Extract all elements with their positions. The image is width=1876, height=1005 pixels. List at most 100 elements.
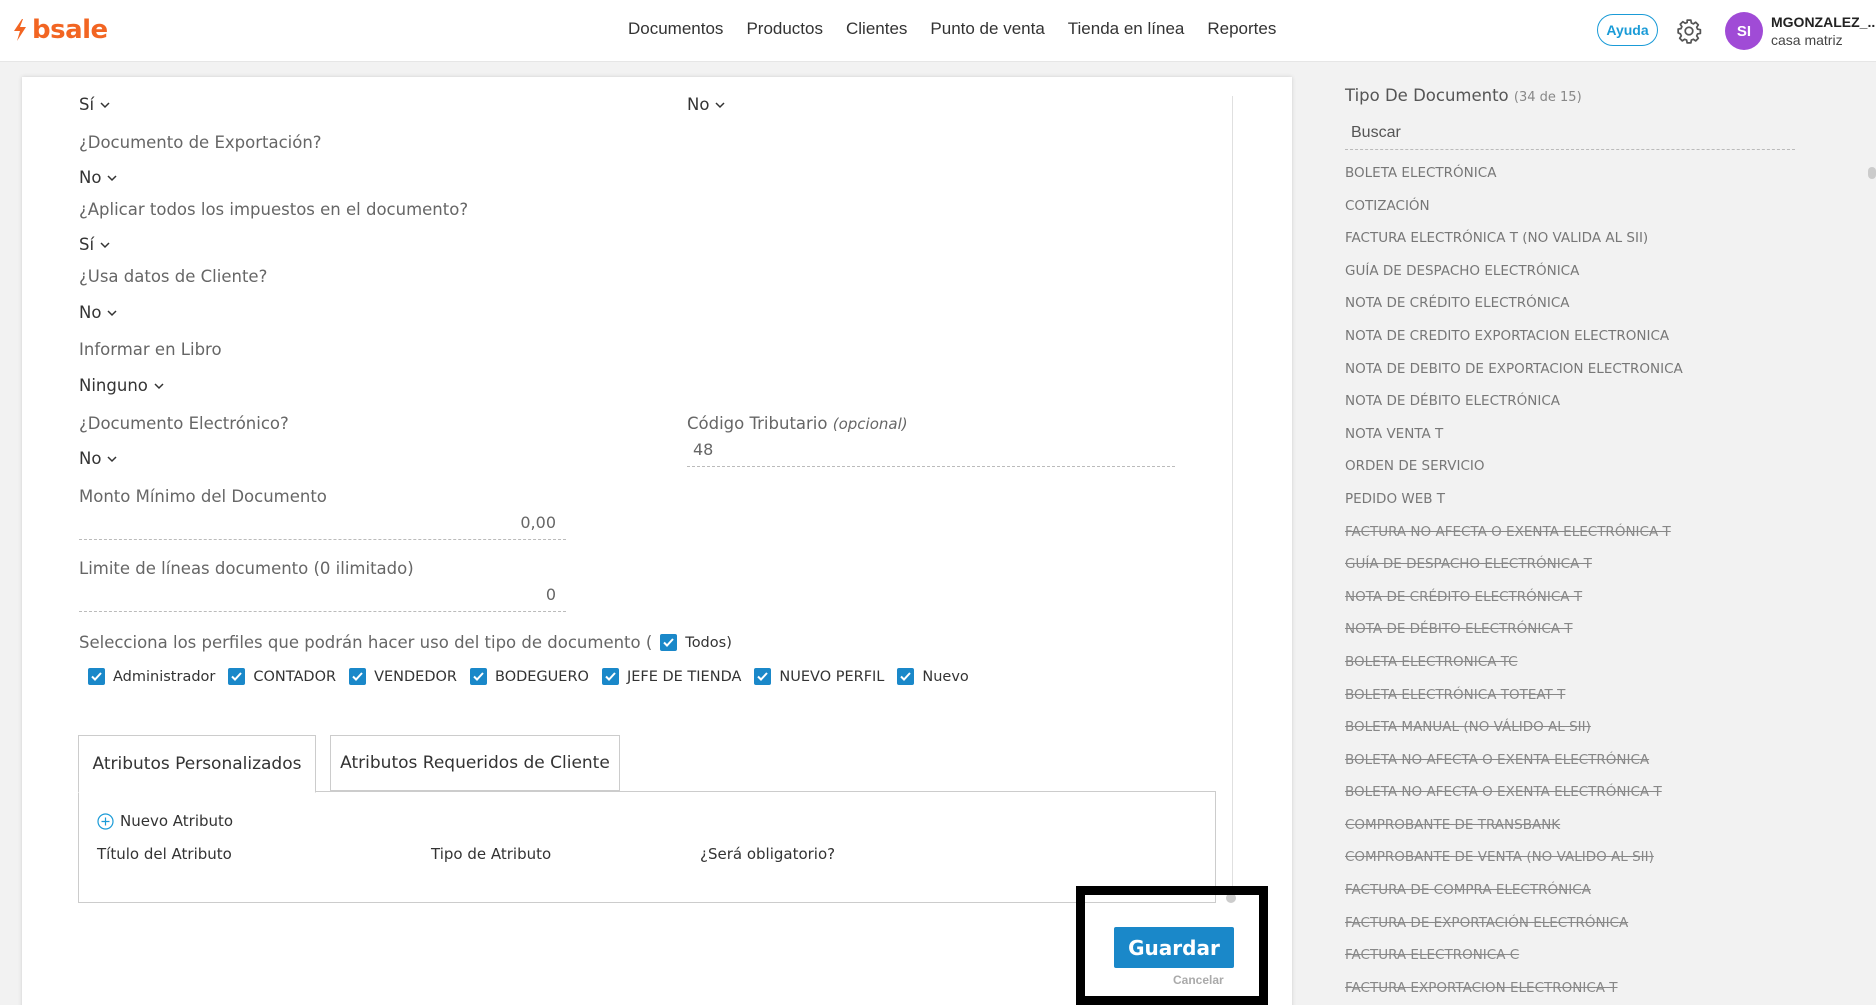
profile-all-checkbox[interactable]: Todos) [660, 634, 732, 651]
profile-label: VENDEDOR [374, 668, 457, 685]
plus-circle-icon [97, 812, 114, 830]
nav-tienda-en-linea[interactable]: Tienda en línea [1068, 19, 1185, 39]
top-left-select-value: Sí [79, 95, 95, 114]
user-branch: casa matriz [1771, 32, 1843, 48]
doc-type-item[interactable]: NOTA DE DEBITO DE EXPORTACION ELECTRONIC… [1345, 361, 1683, 394]
top-navbar: bsale Documentos Productos Clientes Punt… [0, 0, 1876, 62]
tax-code-label-text: Código Tributario [687, 414, 828, 433]
doc-type-item[interactable]: FACTURA NO AFECTA O EXENTA ELECTRÓNICA T [1345, 524, 1683, 557]
profile-checkbox[interactable]: CONTADOR [228, 668, 336, 685]
user-avatar[interactable]: SI [1725, 12, 1763, 50]
bsale-logo[interactable]: bsale [12, 15, 108, 45]
col-attribute-title: Título del Atributo [97, 845, 232, 863]
book-select[interactable]: Ninguno [79, 376, 164, 395]
top-right-select[interactable]: No [687, 95, 725, 114]
profile-checkbox-list: Administrador CONTADOR VENDEDOR BODEGUER… [88, 668, 969, 685]
doc-type-item[interactable]: FACTURA DE EXPORTACIÓN ELECTRÓNICA [1345, 915, 1683, 948]
gear-icon[interactable] [1676, 18, 1702, 44]
doc-type-item[interactable]: ORDEN DE SERVICIO [1345, 458, 1683, 491]
profile-checkbox[interactable]: JEFE DE TIENDA [601, 668, 742, 685]
client-data-select[interactable]: No [79, 303, 117, 322]
checkbox-checked-icon [601, 668, 619, 685]
cancel-link[interactable]: Cancelar [1173, 973, 1224, 987]
col-attribute-required: ¿Será obligatorio? [700, 845, 836, 863]
attributes-panel: Nuevo Atributo Título del Atributo Tipo … [78, 791, 1216, 903]
doc-type-item[interactable]: BOLETA NO AFECTA O EXENTA ELECTRÓNICA T [1345, 784, 1683, 817]
doc-type-item[interactable]: NOTA DE CRÉDITO ELECTRÓNICA T [1345, 589, 1683, 622]
electronic-select[interactable]: No [79, 449, 117, 468]
doc-type-item[interactable]: GUÍA DE DESPACHO ELECTRÓNICA T [1345, 556, 1683, 589]
checkbox-checked-icon [897, 668, 915, 685]
doc-type-item[interactable]: BOLETA ELECTRÓNICA [1345, 165, 1683, 198]
scrollbar-thumb[interactable] [1868, 167, 1876, 179]
nav-reportes[interactable]: Reportes [1207, 19, 1276, 39]
doc-type-item[interactable]: COTIZACIÓN [1345, 198, 1683, 231]
export-label: ¿Documento de Exportación? [79, 133, 322, 152]
profile-label: Nuevo [922, 668, 969, 685]
doc-type-item[interactable]: BOLETA MANUAL (NO VÁLIDO AL SII) [1345, 719, 1683, 752]
doc-types-count: (34 de 15) [1513, 90, 1582, 105]
doc-type-item[interactable]: COMPROBANTE DE VENTA (NO VALIDO AL SII) [1345, 849, 1683, 882]
doc-type-item[interactable]: BOLETA NO AFECTA O EXENTA ELECTRÓNICA [1345, 752, 1683, 785]
all-taxes-select-value: Sí [79, 235, 95, 254]
tab-client-required-attributes[interactable]: Atributos Requeridos de Cliente [330, 735, 620, 791]
doc-type-item[interactable]: FACTURA EXPORTACION ELECTRONICA T [1345, 980, 1683, 1005]
doc-type-item[interactable]: COMPROBANTE DE TRANSBANK [1345, 817, 1683, 850]
tax-code-input[interactable]: 48 [687, 440, 1175, 467]
tab-custom-attributes[interactable]: Atributos Personalizados [78, 735, 316, 793]
electronic-select-value: No [79, 449, 102, 468]
profile-checkbox[interactable]: NUEVO PERFIL [754, 668, 884, 685]
client-data-select-value: No [79, 303, 102, 322]
export-select-value: No [79, 168, 102, 187]
doc-type-item[interactable]: BOLETA ELECTRÓNICA TOTEAT T [1345, 687, 1683, 720]
doc-type-item[interactable]: NOTA DE CREDITO EXPORTACION ELECTRONICA [1345, 328, 1683, 361]
help-button[interactable]: Ayuda [1597, 14, 1658, 46]
chevron-down-icon [154, 382, 164, 389]
profile-checkbox[interactable]: VENDEDOR [349, 668, 457, 685]
all-taxes-label: ¿Aplicar todos los impuestos en el docum… [79, 200, 469, 219]
min-amount-input[interactable]: 0,00 [79, 513, 566, 540]
profile-label: NUEVO PERFIL [779, 668, 885, 685]
client-data-label: ¿Usa datos de Cliente? [79, 267, 268, 286]
checkbox-checked-icon [660, 634, 678, 651]
doc-types-title: Tipo De Documento (34 de 15) [1345, 86, 1582, 105]
tax-code-optional: (opcional) [832, 415, 908, 433]
line-limit-label: Limite de líneas documento (0 ilimitado) [79, 559, 414, 578]
checkbox-checked-icon [88, 668, 105, 685]
book-select-value: Ninguno [79, 376, 148, 395]
bsale-bolt-icon [14, 19, 26, 41]
doc-type-item[interactable]: NOTA DE CRÉDITO ELECTRÓNICA [1345, 295, 1683, 328]
doc-type-item[interactable]: NOTA VENTA T [1345, 426, 1683, 459]
save-button[interactable]: Guardar [1114, 927, 1234, 968]
chevron-down-icon [107, 309, 117, 316]
nav-productos[interactable]: Productos [746, 19, 823, 39]
all-taxes-select[interactable]: Sí [79, 235, 110, 254]
chevron-down-icon [100, 101, 110, 108]
main-nav: Documentos Productos Clientes Punto de v… [628, 19, 1276, 39]
doc-type-item[interactable]: NOTA DE DÉBITO ELECTRÓNICA T [1345, 621, 1683, 654]
profile-checkbox[interactable]: BODEGUERO [470, 668, 589, 685]
doc-type-item[interactable]: GUÍA DE DESPACHO ELECTRÓNICA [1345, 263, 1683, 296]
line-limit-input[interactable]: 0 [79, 585, 566, 612]
top-right-select-value: No [687, 95, 710, 114]
nav-documentos[interactable]: Documentos [628, 19, 723, 39]
new-attribute-button[interactable]: Nuevo Atributo [97, 812, 233, 830]
profile-all-label: Todos) [685, 634, 732, 651]
doc-type-item[interactable]: FACTURA DE COMPRA ELECTRÓNICA [1345, 882, 1683, 915]
electronic-label: ¿Documento Electrónico? [79, 414, 289, 433]
doc-types-search-input[interactable]: Buscar [1345, 124, 1795, 150]
checkbox-checked-icon [349, 668, 367, 685]
profile-label: JEFE DE TIENDA [626, 668, 742, 685]
export-select[interactable]: No [79, 168, 117, 187]
top-left-select[interactable]: Sí [79, 95, 110, 114]
doc-type-item[interactable]: NOTA DE DÉBITO ELECTRÓNICA [1345, 393, 1683, 426]
profile-checkbox[interactable]: Nuevo [897, 668, 969, 685]
doc-type-item[interactable]: BOLETA ELECTRONICA TC [1345, 654, 1683, 687]
doc-type-item[interactable]: FACTURA ELECTRÓNICA T (NO VALIDA AL SII) [1345, 230, 1683, 263]
user-name[interactable]: MGONZALEZ_... [1771, 14, 1876, 30]
nav-punto-de-venta[interactable]: Punto de venta [930, 19, 1044, 39]
nav-clientes[interactable]: Clientes [846, 19, 907, 39]
profile-checkbox[interactable]: Administrador [88, 668, 215, 685]
doc-type-item[interactable]: FACTURA ELECTRONICA C [1345, 947, 1683, 980]
doc-type-item[interactable]: PEDIDO WEB T [1345, 491, 1683, 524]
